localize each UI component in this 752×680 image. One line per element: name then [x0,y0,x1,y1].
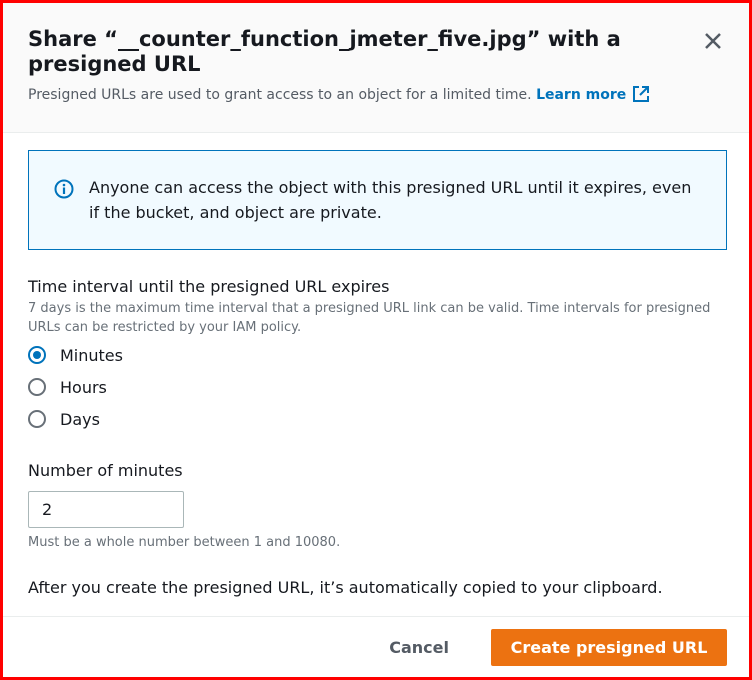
close-icon[interactable] [701,29,725,53]
info-icon [53,178,75,204]
radio-minutes-control[interactable] [28,346,46,364]
minutes-label: Number of minutes [28,461,183,480]
interval-radio-group: Minutes Hours Days [28,339,727,435]
learn-more-label: Learn more [536,87,627,103]
modal-subtitle-text: Presigned URLs are used to grant access … [28,87,532,103]
modal-content: Anyone can access the object with this p… [3,133,749,597]
radio-hours[interactable]: Hours [28,371,727,403]
learn-more-link[interactable]: Learn more [536,86,650,103]
radio-minutes-label: Minutes [60,345,123,365]
modal-header: Share “__counter_function_jmeter_five.jp… [3,3,749,133]
cancel-button[interactable]: Cancel [383,637,455,658]
modal-footer: Cancel Create presigned URL [3,616,749,677]
radio-days[interactable]: Days [28,403,727,435]
radio-hours-label: Hours [60,377,107,397]
radio-hours-control[interactable] [28,378,46,396]
minutes-constraint: Must be a whole number between 1 and 100… [28,535,341,550]
clipboard-note: After you create the presigned URL, it’s… [28,578,663,597]
radio-minutes[interactable]: Minutes [28,339,727,371]
interval-label: Time interval until the presigned URL ex… [28,277,390,296]
presigned-url-modal: Share “__counter_function_jmeter_five.jp… [0,0,752,680]
minutes-input[interactable] [28,491,184,528]
external-link-icon [632,85,650,108]
radio-days-label: Days [60,409,100,429]
modal-title: Share “__counter_function_jmeter_five.jp… [28,27,621,76]
modal-subtitle: Presigned URLs are used to grant access … [28,85,724,108]
radio-days-control[interactable] [28,410,46,428]
info-alert: Anyone can access the object with this p… [28,150,727,250]
create-presigned-url-button[interactable]: Create presigned URL [491,628,727,666]
interval-description: 7 days is the maximum time interval that… [28,301,711,335]
alert-text: Anyone can access the object with this p… [89,178,692,222]
